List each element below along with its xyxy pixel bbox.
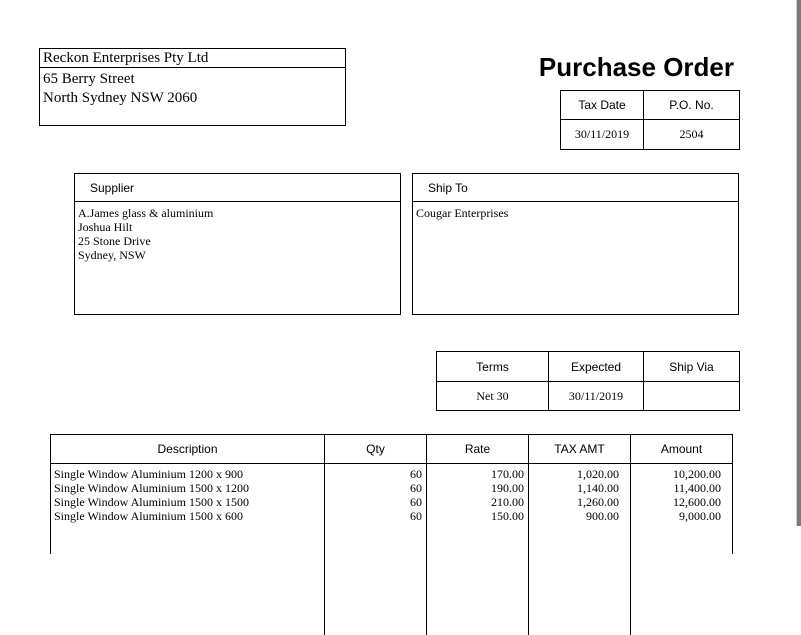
item-tax-amt: 1,140.00 [577, 481, 619, 495]
ship-via-value [643, 381, 740, 411]
table-row: Single Window Aluminium 1500 x 1200 60 1… [51, 481, 732, 495]
company-name: Reckon Enterprises Pty Ltd [40, 49, 345, 68]
item-qty: 60 [410, 481, 422, 495]
supplier-line: Joshua Hilt [78, 220, 133, 234]
company-address-line2: North Sydney NSW 2060 [43, 90, 198, 106]
item-tax-amt: 1,260.00 [577, 495, 619, 509]
ship-via-header: Ship Via [643, 351, 740, 382]
description-header: Description [157, 442, 218, 456]
item-qty: 60 [410, 509, 422, 523]
amount-header: Amount [660, 442, 703, 456]
item-amount: 10,200.00 [673, 467, 721, 481]
item-description: Single Window Aluminium 1500 x 1500 [54, 495, 249, 509]
expected-value: 30/11/2019 [548, 381, 644, 411]
supplier-address: A.James glass & aluminium Joshua Hilt 25… [78, 206, 213, 262]
rate-header: Rate [464, 442, 491, 456]
qty-header: Qty [366, 442, 385, 456]
item-rate: 150.00 [491, 509, 524, 523]
column-divider [324, 435, 325, 635]
item-amount: 12,600.00 [673, 495, 721, 509]
column-divider [630, 435, 631, 635]
document-title: Purchase Order [538, 52, 734, 82]
supplier-line: Sydney, NSW [78, 248, 146, 262]
company-address-line1: 65 Berry Street [43, 71, 135, 87]
order-info-table: Tax Date P.O. No. 30/11/2019 2504 [560, 90, 740, 150]
ship-to-box: Ship To Cougar Enterprises [412, 173, 739, 315]
item-description: Single Window Aluminium 1200 x 900 [54, 467, 243, 481]
supplier-header: Supplier [75, 174, 400, 202]
po-no-header: P.O. No. [643, 90, 740, 120]
item-description: Single Window Aluminium 1500 x 600 [54, 509, 243, 523]
ship-to-line: Cougar Enterprises [416, 206, 509, 220]
item-rate: 190.00 [491, 481, 524, 495]
item-rate: 170.00 [491, 467, 524, 481]
supplier-line: A.James glass & aluminium [78, 206, 214, 220]
expected-header: Expected [548, 351, 644, 382]
table-row: Single Window Aluminium 1500 x 600 60 15… [51, 509, 732, 523]
column-divider [426, 435, 427, 635]
item-rate: 210.00 [491, 495, 524, 509]
terms-header: Terms [436, 351, 549, 382]
item-qty: 60 [410, 467, 422, 481]
supplier-box: Supplier A.James glass & aluminium Joshu… [74, 173, 401, 315]
item-amount: 11,400.00 [673, 481, 721, 495]
terms-value: Net 30 [436, 381, 549, 411]
item-amount: 9,000.00 [679, 509, 721, 523]
tax-date-header: Tax Date [560, 90, 644, 120]
tax-amt-header: TAX AMT [554, 442, 605, 456]
window-frame-right [797, 0, 801, 526]
column-divider [528, 435, 529, 635]
company-address-box: Reckon Enterprises Pty Ltd 65 Berry Stre… [39, 48, 346, 126]
line-items-table: Description Qty Rate TAX AMT Amount Sing… [50, 434, 733, 635]
po-no-value: 2504 [643, 119, 740, 150]
terms-table: Terms Expected Ship Via Net 30 30/11/201… [436, 351, 740, 411]
item-tax-amt: 900.00 [586, 509, 619, 523]
item-description: Single Window Aluminium 1500 x 1200 [54, 481, 249, 495]
item-tax-amt: 1,020.00 [577, 467, 619, 481]
ship-to-address: Cougar Enterprises [416, 206, 508, 220]
table-row: Single Window Aluminium 1500 x 1500 60 2… [51, 495, 732, 509]
item-qty: 60 [410, 495, 422, 509]
tax-date-value: 30/11/2019 [560, 119, 644, 150]
table-row: Single Window Aluminium 1200 x 900 60 17… [51, 467, 732, 481]
supplier-line: 25 Stone Drive [78, 234, 151, 248]
ship-to-header: Ship To [413, 174, 738, 202]
